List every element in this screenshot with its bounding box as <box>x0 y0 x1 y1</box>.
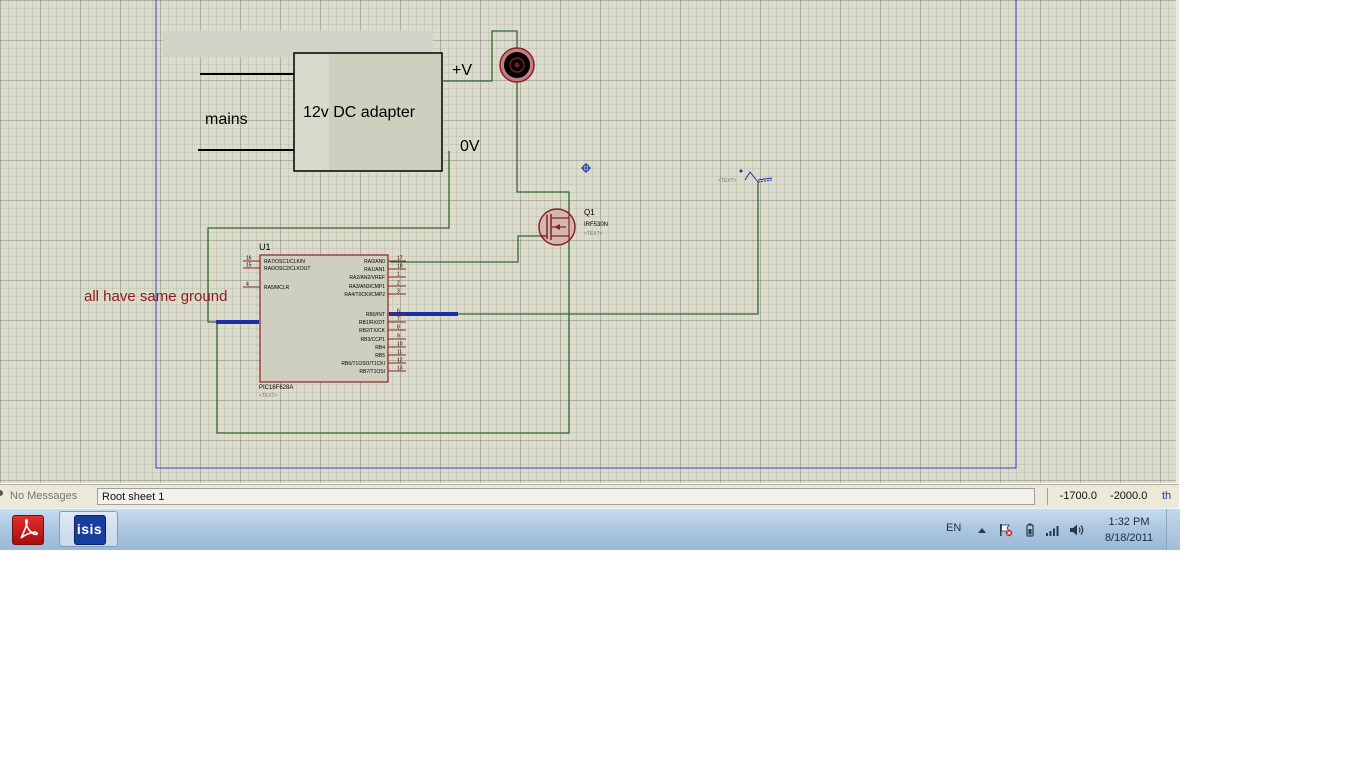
u1-pin-number: 1 <box>397 272 400 278</box>
mosfet-q1[interactable] <box>538 208 576 246</box>
u1-pin-number: 13 <box>397 366 403 372</box>
language-indicator[interactable]: EN <box>946 522 961 534</box>
u1-pin-name: RB4 <box>375 345 385 351</box>
buzzer[interactable] <box>499 47 535 83</box>
units-indicator[interactable]: th <box>1162 488 1179 505</box>
sheet-indicator[interactable]: Root sheet 1 <box>97 488 1035 505</box>
u1-pin-number: 15 <box>246 263 252 269</box>
u1-pin-number: 8 <box>397 325 400 331</box>
isis-icon: isis <box>73 515 106 545</box>
canvas-right-edge <box>1176 0 1179 483</box>
wire-buzzer-drain <box>516 82 570 210</box>
u1-pin-name: RA3/AN3/CMP1 <box>349 284 385 290</box>
adapter-label: 12v DC adapter <box>303 104 416 121</box>
q1-text: <TEXT> <box>584 231 603 237</box>
u1-pin-name: RA2/AN2/VREF <box>349 275 385 281</box>
u1-pin-name: RB7/T1OSI <box>359 369 385 375</box>
schematic-canvas[interactable]: 12v DC adapter mains +V 0V Q1 IRF530N <T… <box>0 0 1176 483</box>
clock-time: 1:32 PM <box>1108 516 1150 528</box>
taskbar-isis-button[interactable]: isis <box>59 511 118 547</box>
u1-pin-name: RA1/AN1 <box>364 267 385 273</box>
u1-pin-number: 18 <box>397 264 403 270</box>
u1-pin-number: 3 <box>397 289 400 295</box>
taskbar-pdf-reader-button[interactable] <box>0 511 54 547</box>
u1-pin-name: RA0/AN0 <box>364 259 385 265</box>
plus-v-label: +V <box>452 62 472 79</box>
u1-pin-number: 9 <box>397 334 400 340</box>
messages-status[interactable]: No Messages <box>0 488 82 505</box>
u1-pin-number: 16 <box>246 256 252 262</box>
wire-ra0-gate <box>390 235 540 263</box>
u1-pin-number: 6 <box>397 309 400 315</box>
u1-pin-name: RB5 <box>375 353 385 359</box>
wire-rb0-switch <box>458 182 759 315</box>
coord-x: -1700.0 <box>1059 490 1097 502</box>
switch-text: <TEXT> <box>718 178 737 184</box>
u1-pin-name: RB3/CCP1 <box>361 337 386 343</box>
system-clock[interactable]: 1:32 PM 8/18/2011 <box>1096 514 1162 546</box>
u1-pin-number: 2 <box>397 281 400 287</box>
u1-part: PIC16F628A <box>259 385 293 391</box>
u1-pin-number: 10 <box>397 342 403 348</box>
mains-label: mains <box>205 111 248 128</box>
q1-part: IRF530N <box>584 222 608 228</box>
u1-pin-number: 4 <box>246 282 249 288</box>
pdf-reader-icon <box>12 515 44 545</box>
u1-pin-name: RB1/RX/DT <box>359 320 385 326</box>
u1-pin-name: RA7/OSC1/CLKIN <box>264 259 305 265</box>
coord-y: -2000.0 <box>1110 490 1148 502</box>
volume-icon[interactable] <box>1069 523 1085 537</box>
cursor-coordinates: -1700.0 -2000.0 <box>1047 488 1159 505</box>
u1-pin-number: 12 <box>397 358 403 364</box>
u1-pin-name: RA4/T0CKI/CMP2 <box>344 292 385 298</box>
same-ground-note: all have same ground <box>84 288 227 305</box>
u1-text: <TEXT> <box>259 393 278 399</box>
network-signal-icon[interactable] <box>1045 523 1061 537</box>
u1-pin-name: RB6/T1OSO/T1CKI <box>341 361 385 367</box>
zero-v-label: 0V <box>460 138 480 155</box>
clock-date: 8/18/2011 <box>1104 532 1154 544</box>
battery-icon[interactable] <box>1022 523 1038 537</box>
u1-pin-name: RB0/INT <box>366 312 385 318</box>
status-bar: No Messages Root sheet 1 -1700.0 -2000.0… <box>0 484 1179 509</box>
switch-symbol[interactable] <box>739 169 773 183</box>
u1-pin-number: 7 <box>397 317 400 323</box>
u1-pin-number: 17 <box>397 256 403 262</box>
u1-pin-name: RA6/OSC2/CLKOUT <box>264 266 310 272</box>
u1-pin-number: 11 <box>397 350 402 356</box>
probe-marker[interactable] <box>581 163 591 173</box>
q1-ref: Q1 <box>584 208 595 217</box>
action-center-flag-icon[interactable] <box>998 523 1014 537</box>
u1-pin-name: RB2/TX/CK <box>359 328 386 334</box>
u1-pin-name: RA5/MCLR <box>264 285 290 291</box>
show-desktop-button[interactable] <box>1166 509 1180 550</box>
u1-ref: U1 <box>259 242 271 252</box>
windows-taskbar: isis EN 1:32 PM 8/18/2011 <box>0 508 1180 550</box>
show-hidden-icons-icon[interactable] <box>974 523 990 537</box>
schematic-drawing[interactable]: 12v DC adapter mains +V 0V Q1 IRF530N <T… <box>0 0 1176 483</box>
